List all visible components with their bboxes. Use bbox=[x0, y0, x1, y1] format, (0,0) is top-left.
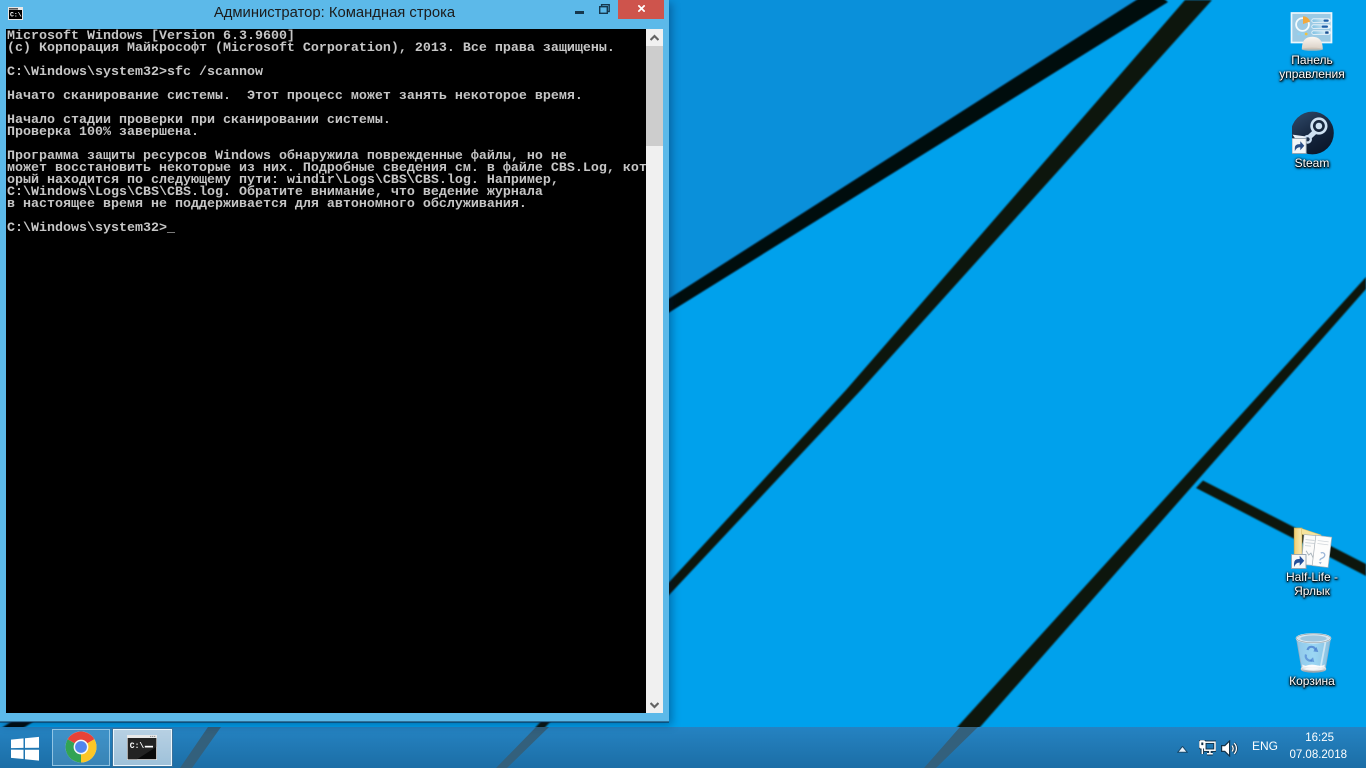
svg-text:C:\: C:\ bbox=[130, 742, 145, 751]
svg-text:C:\: C:\ bbox=[10, 12, 22, 19]
